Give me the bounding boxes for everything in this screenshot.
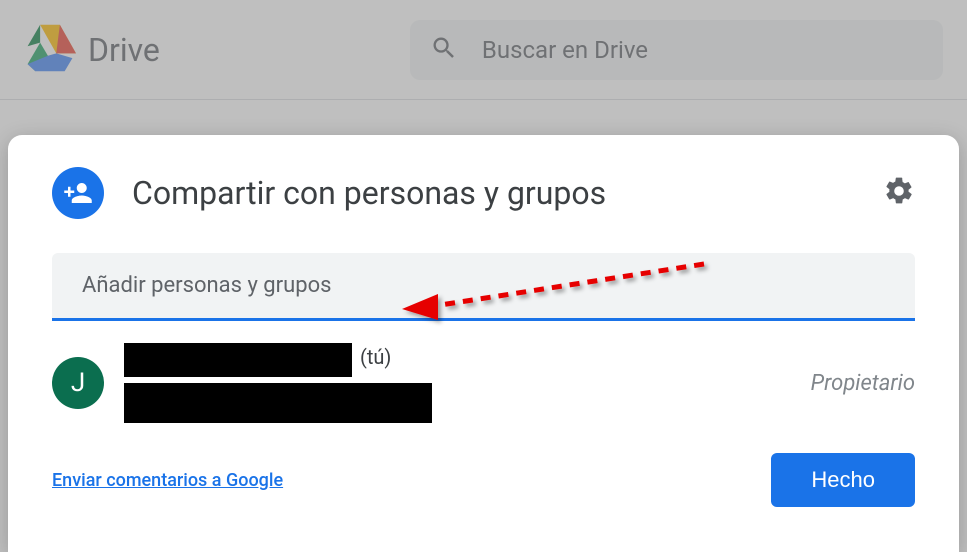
redacted-email	[124, 383, 432, 423]
you-label: (tú)	[360, 345, 391, 369]
avatar: J	[52, 357, 104, 409]
person-add-icon	[52, 167, 104, 219]
user-row: J (tú) Propietario	[52, 343, 915, 423]
dialog-title: Compartir con personas y grupos	[132, 174, 855, 212]
done-button[interactable]: Hecho	[771, 453, 915, 507]
add-people-input[interactable]: Añadir personas y grupos	[52, 253, 915, 321]
add-people-placeholder: Añadir personas y grupos	[82, 273, 332, 298]
feedback-link[interactable]: Enviar comentarios a Google	[52, 470, 283, 491]
role-label: Propietario	[811, 371, 915, 396]
gear-icon[interactable]	[883, 175, 915, 211]
share-dialog: Compartir con personas y grupos Añadir p…	[8, 135, 959, 552]
redacted-name	[124, 343, 352, 377]
